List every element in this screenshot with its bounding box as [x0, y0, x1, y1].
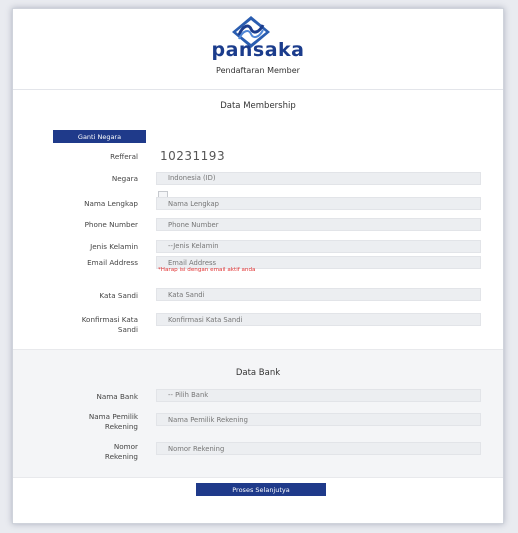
submit-button[interactable]: Proses Selanjutya	[196, 483, 326, 496]
gender-select[interactable]: --Jenis Kelamin	[156, 240, 481, 253]
account-holder-input[interactable]	[156, 413, 481, 426]
page-subtitle: Pendaftaran Member	[216, 66, 300, 75]
confirm-password-input[interactable]	[156, 313, 481, 326]
account-holder-label-line2: Rekening	[104, 422, 138, 431]
phone-label: Phone Number	[84, 220, 138, 229]
bank-name-label: Nama Bank	[96, 392, 138, 401]
confirm-password-label: Konfirmasi Kata Sandi	[82, 315, 138, 335]
bank-select[interactable]: -- Pilih Bank	[156, 389, 481, 402]
referral-value: 10231193	[160, 149, 226, 163]
password-label: Kata Sandi	[99, 291, 138, 300]
account-number-label: Nomor Rekening	[105, 442, 138, 462]
gender-label: Jenis Kelamin	[90, 242, 138, 251]
phone-input[interactable]	[156, 218, 481, 231]
email-label: Email Address	[87, 258, 138, 267]
password-input[interactable]	[156, 288, 481, 301]
membership-section-title: Data Membership	[220, 101, 296, 111]
registration-card: pansaka Pendaftaran Member Data Membersh…	[12, 8, 504, 524]
account-number-input[interactable]	[156, 442, 481, 455]
confirm-password-label-line1: Konfirmasi Kata	[81, 315, 138, 324]
country-label: Negara	[111, 174, 138, 183]
change-country-button[interactable]: Ganti Negara	[53, 130, 146, 143]
account-holder-label-line1: Nama Pemilik	[88, 412, 138, 421]
account-holder-label: Nama Pemilik Rekening	[89, 412, 138, 432]
email-hint: *Harap isi dengan email aktif anda	[158, 267, 256, 273]
account-number-label-line2: Rekening	[104, 452, 138, 461]
bank-section-title: Data Bank	[235, 368, 281, 378]
logo-text: pansaka	[211, 39, 305, 61]
bank-section: Data Bank Nama Bank -- Pilih Bank Nama P…	[13, 349, 503, 478]
referral-label: Refferal	[110, 152, 138, 161]
full-name-input[interactable]	[156, 197, 481, 210]
account-number-label-line1: Nomor	[113, 442, 138, 451]
full-name-label: Nama Lengkap	[84, 199, 138, 208]
confirm-password-label-line2: Sandi	[117, 325, 138, 334]
country-field[interactable]: Indonesia (ID)	[156, 172, 481, 185]
header: pansaka Pendaftaran Member	[13, 9, 503, 90]
